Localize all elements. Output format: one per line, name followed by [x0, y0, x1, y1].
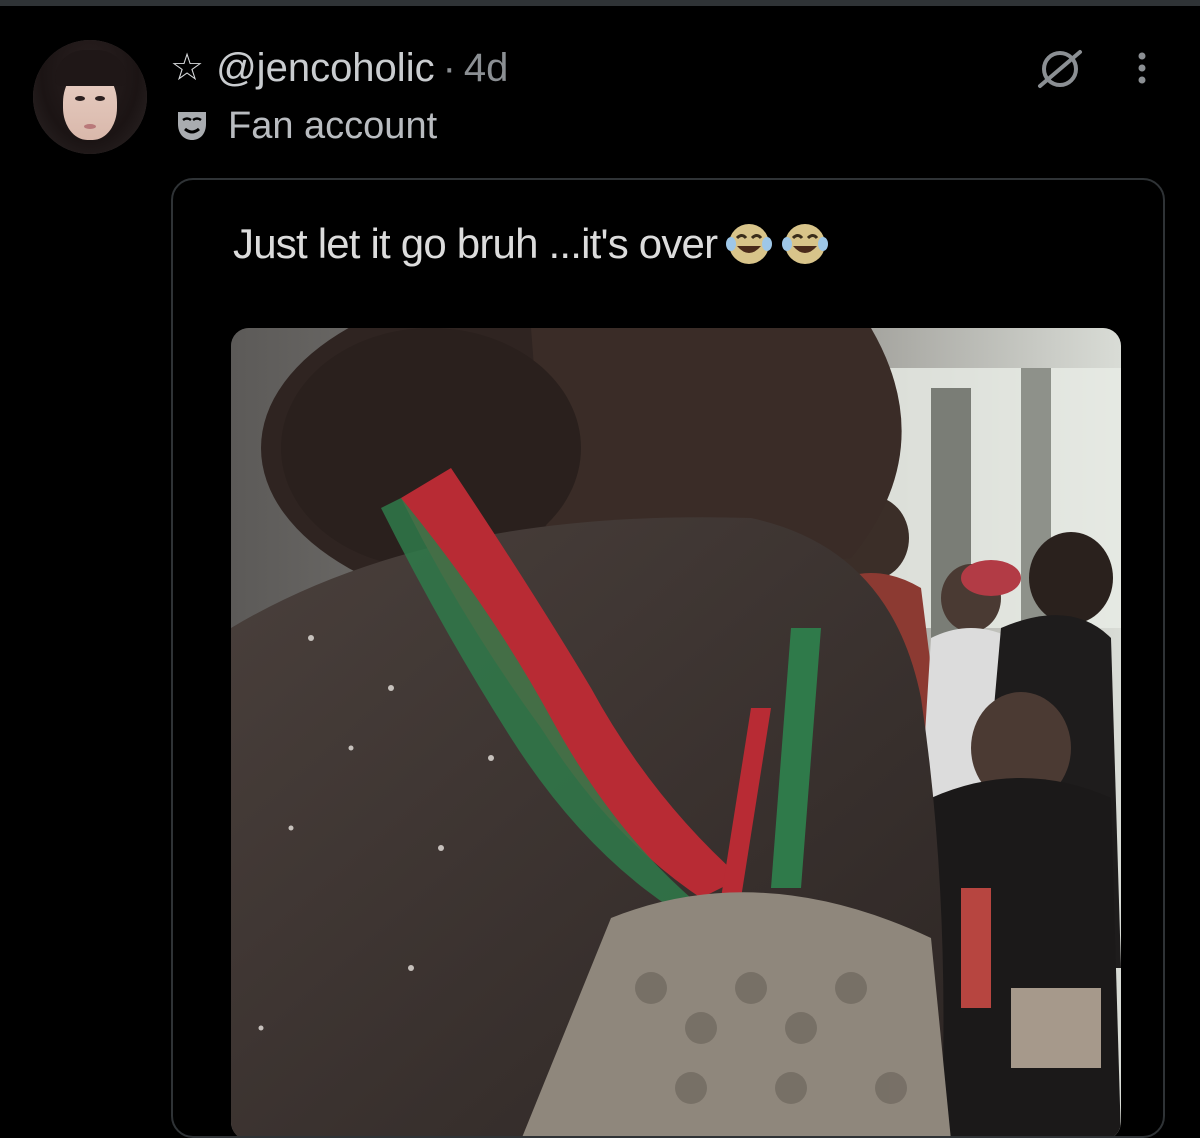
avatar[interactable]: [33, 40, 147, 154]
label-text: Fan account: [228, 104, 438, 147]
media-image[interactable]: [231, 328, 1121, 1136]
laughing-tears-emoji: [726, 224, 773, 264]
media-photo: [231, 328, 1121, 1136]
top-divider: [0, 0, 1200, 6]
account-label: Fan account: [174, 104, 437, 148]
caption-text: Just let it go bruh ...it's over: [233, 220, 718, 267]
star-icon: ☆: [170, 47, 205, 89]
quoted-media-card[interactable]: Just let it go bruh ...it's over: [171, 178, 1165, 1138]
author-handle[interactable]: @jencoholic: [216, 46, 435, 91]
laughing-tears-emoji: [782, 224, 829, 264]
author-line: ☆ @jencoholic · 4d: [170, 44, 508, 92]
media-caption: Just let it go bruh ...it's over: [233, 220, 829, 268]
timestamp[interactable]: 4d: [464, 46, 509, 91]
grok-icon[interactable]: [1034, 46, 1086, 92]
more-vertical-icon[interactable]: [1132, 50, 1152, 86]
theater-mask-icon: [178, 112, 206, 140]
separator: ·: [442, 45, 456, 90]
